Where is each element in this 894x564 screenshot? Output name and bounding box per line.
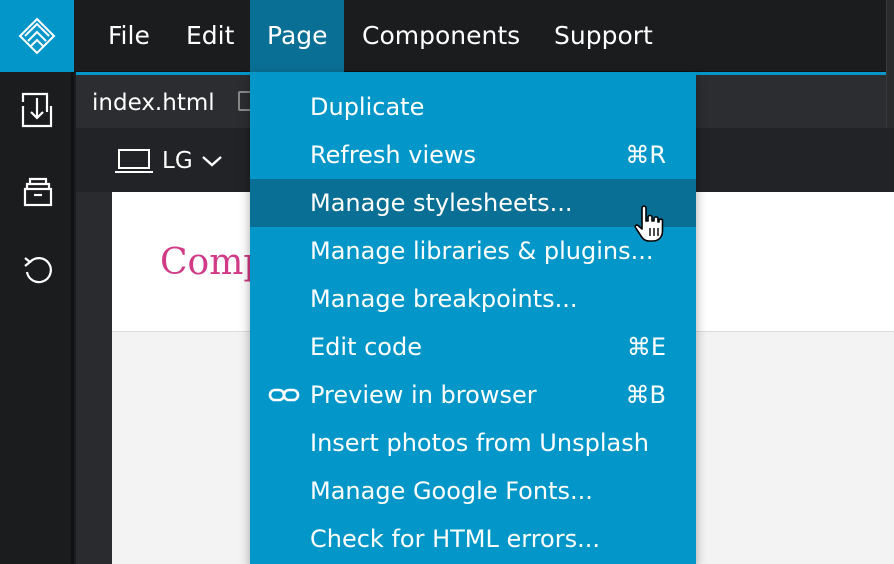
tab-index-html[interactable]: index.html <box>76 75 231 128</box>
import-icon[interactable] <box>18 90 58 130</box>
menu-item-check-html-errors[interactable]: Check for HTML errors... <box>250 515 696 563</box>
menu-item-duplicate[interactable]: Duplicate <box>250 83 696 131</box>
menu-item-manage-libraries-plugins[interactable]: Manage libraries & plugins... <box>250 227 696 275</box>
menubar: File Edit Page Components Support <box>0 0 894 72</box>
menu-item-preview-in-browser[interactable]: Preview in browser ⌘B <box>250 371 696 419</box>
menu-file[interactable]: File <box>92 0 164 72</box>
archive-icon[interactable] <box>18 172 58 212</box>
left-sidebar <box>0 72 74 564</box>
hand-pointer-icon <box>634 205 664 242</box>
menu-item-manage-breakpoints[interactable]: Manage breakpoints... <box>250 275 696 323</box>
menu-item-refresh-views[interactable]: Refresh views ⌘R <box>250 131 696 179</box>
undo-icon[interactable] <box>18 250 58 290</box>
link-icon <box>268 388 300 402</box>
laptop-icon <box>115 149 153 173</box>
menu-item-manage-stylesheets[interactable]: Manage stylesheets... <box>250 179 696 227</box>
chevron-down-icon <box>201 156 222 167</box>
menu-support[interactable]: Support <box>538 0 668 72</box>
menu-item-insert-photos-unsplash[interactable]: Insert photos from Unsplash <box>250 419 696 467</box>
app-logo[interactable] <box>0 0 74 72</box>
menu-item-manage-google-fonts[interactable]: Manage Google Fonts... <box>250 467 696 515</box>
menu-page[interactable]: Page <box>250 0 344 72</box>
shortcut-label: ⌘E <box>626 333 666 361</box>
scrollbar[interactable] <box>886 0 894 128</box>
shortcut-label: ⌘R <box>625 141 666 169</box>
shortcut-label: ⌘B <box>625 381 666 409</box>
menu-edit[interactable]: Edit <box>170 0 250 72</box>
device-selector[interactable]: LG <box>114 146 223 176</box>
menu-item-edit-code[interactable]: Edit code ⌘E <box>250 323 696 371</box>
page-menu-dropdown: Duplicate Refresh views ⌘R Manage styles… <box>250 72 696 564</box>
menu-components[interactable]: Components <box>346 0 532 72</box>
pinegrow-logo-icon <box>18 17 56 55</box>
device-label: LG <box>162 148 193 174</box>
